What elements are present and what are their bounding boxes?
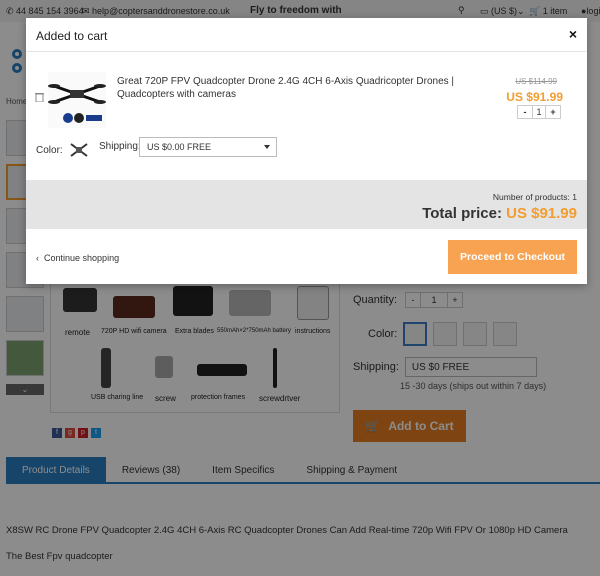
- shipping-label: Shipping:: [99, 141, 141, 152]
- added-to-cart-modal: Added to cart × Great 720P FPV Quadcopte…: [26, 18, 587, 284]
- increment-button[interactable]: +: [546, 106, 560, 118]
- product-thumbnail[interactable]: [48, 72, 106, 128]
- total-price: Total price: US $91.99: [422, 205, 577, 222]
- continue-label: Continue shopping: [44, 253, 120, 263]
- old-price: US $114.99: [515, 77, 557, 86]
- quantity-value[interactable]: 1: [532, 106, 546, 118]
- product-title[interactable]: Great 720P FPV Quadcopter Drone 2.4G 4CH…: [117, 75, 487, 101]
- modal-shipping-select[interactable]: US $0.00 FREE: [139, 137, 277, 157]
- order-summary: Number of products: 1 Total price: US $9…: [26, 180, 587, 229]
- modal-quantity-stepper[interactable]: - 1 +: [517, 105, 561, 119]
- modal-title: Added to cart: [36, 29, 108, 43]
- chevron-down-icon: [264, 145, 270, 149]
- proceed-to-checkout-button[interactable]: Proceed to Checkout: [448, 240, 577, 274]
- modal-color-row: Color:: [36, 140, 90, 160]
- trash-icon[interactable]: [35, 92, 44, 102]
- chevron-left-icon: ‹: [36, 253, 39, 263]
- continue-shopping-link[interactable]: ‹ Continue shopping: [36, 253, 119, 263]
- close-icon[interactable]: ×: [569, 26, 577, 42]
- modal-header: Added to cart ×: [26, 18, 587, 52]
- number-of-products: Number of products: 1: [492, 192, 577, 202]
- decrement-button[interactable]: -: [518, 106, 532, 118]
- color-swatch-drone[interactable]: [68, 140, 90, 160]
- color-label: Color:: [36, 144, 63, 156]
- total-amount: US $91.99: [506, 205, 577, 222]
- current-price: US $91.99: [506, 90, 563, 104]
- shipping-value: US $0.00 FREE: [147, 142, 212, 152]
- total-label: Total price:: [422, 205, 502, 222]
